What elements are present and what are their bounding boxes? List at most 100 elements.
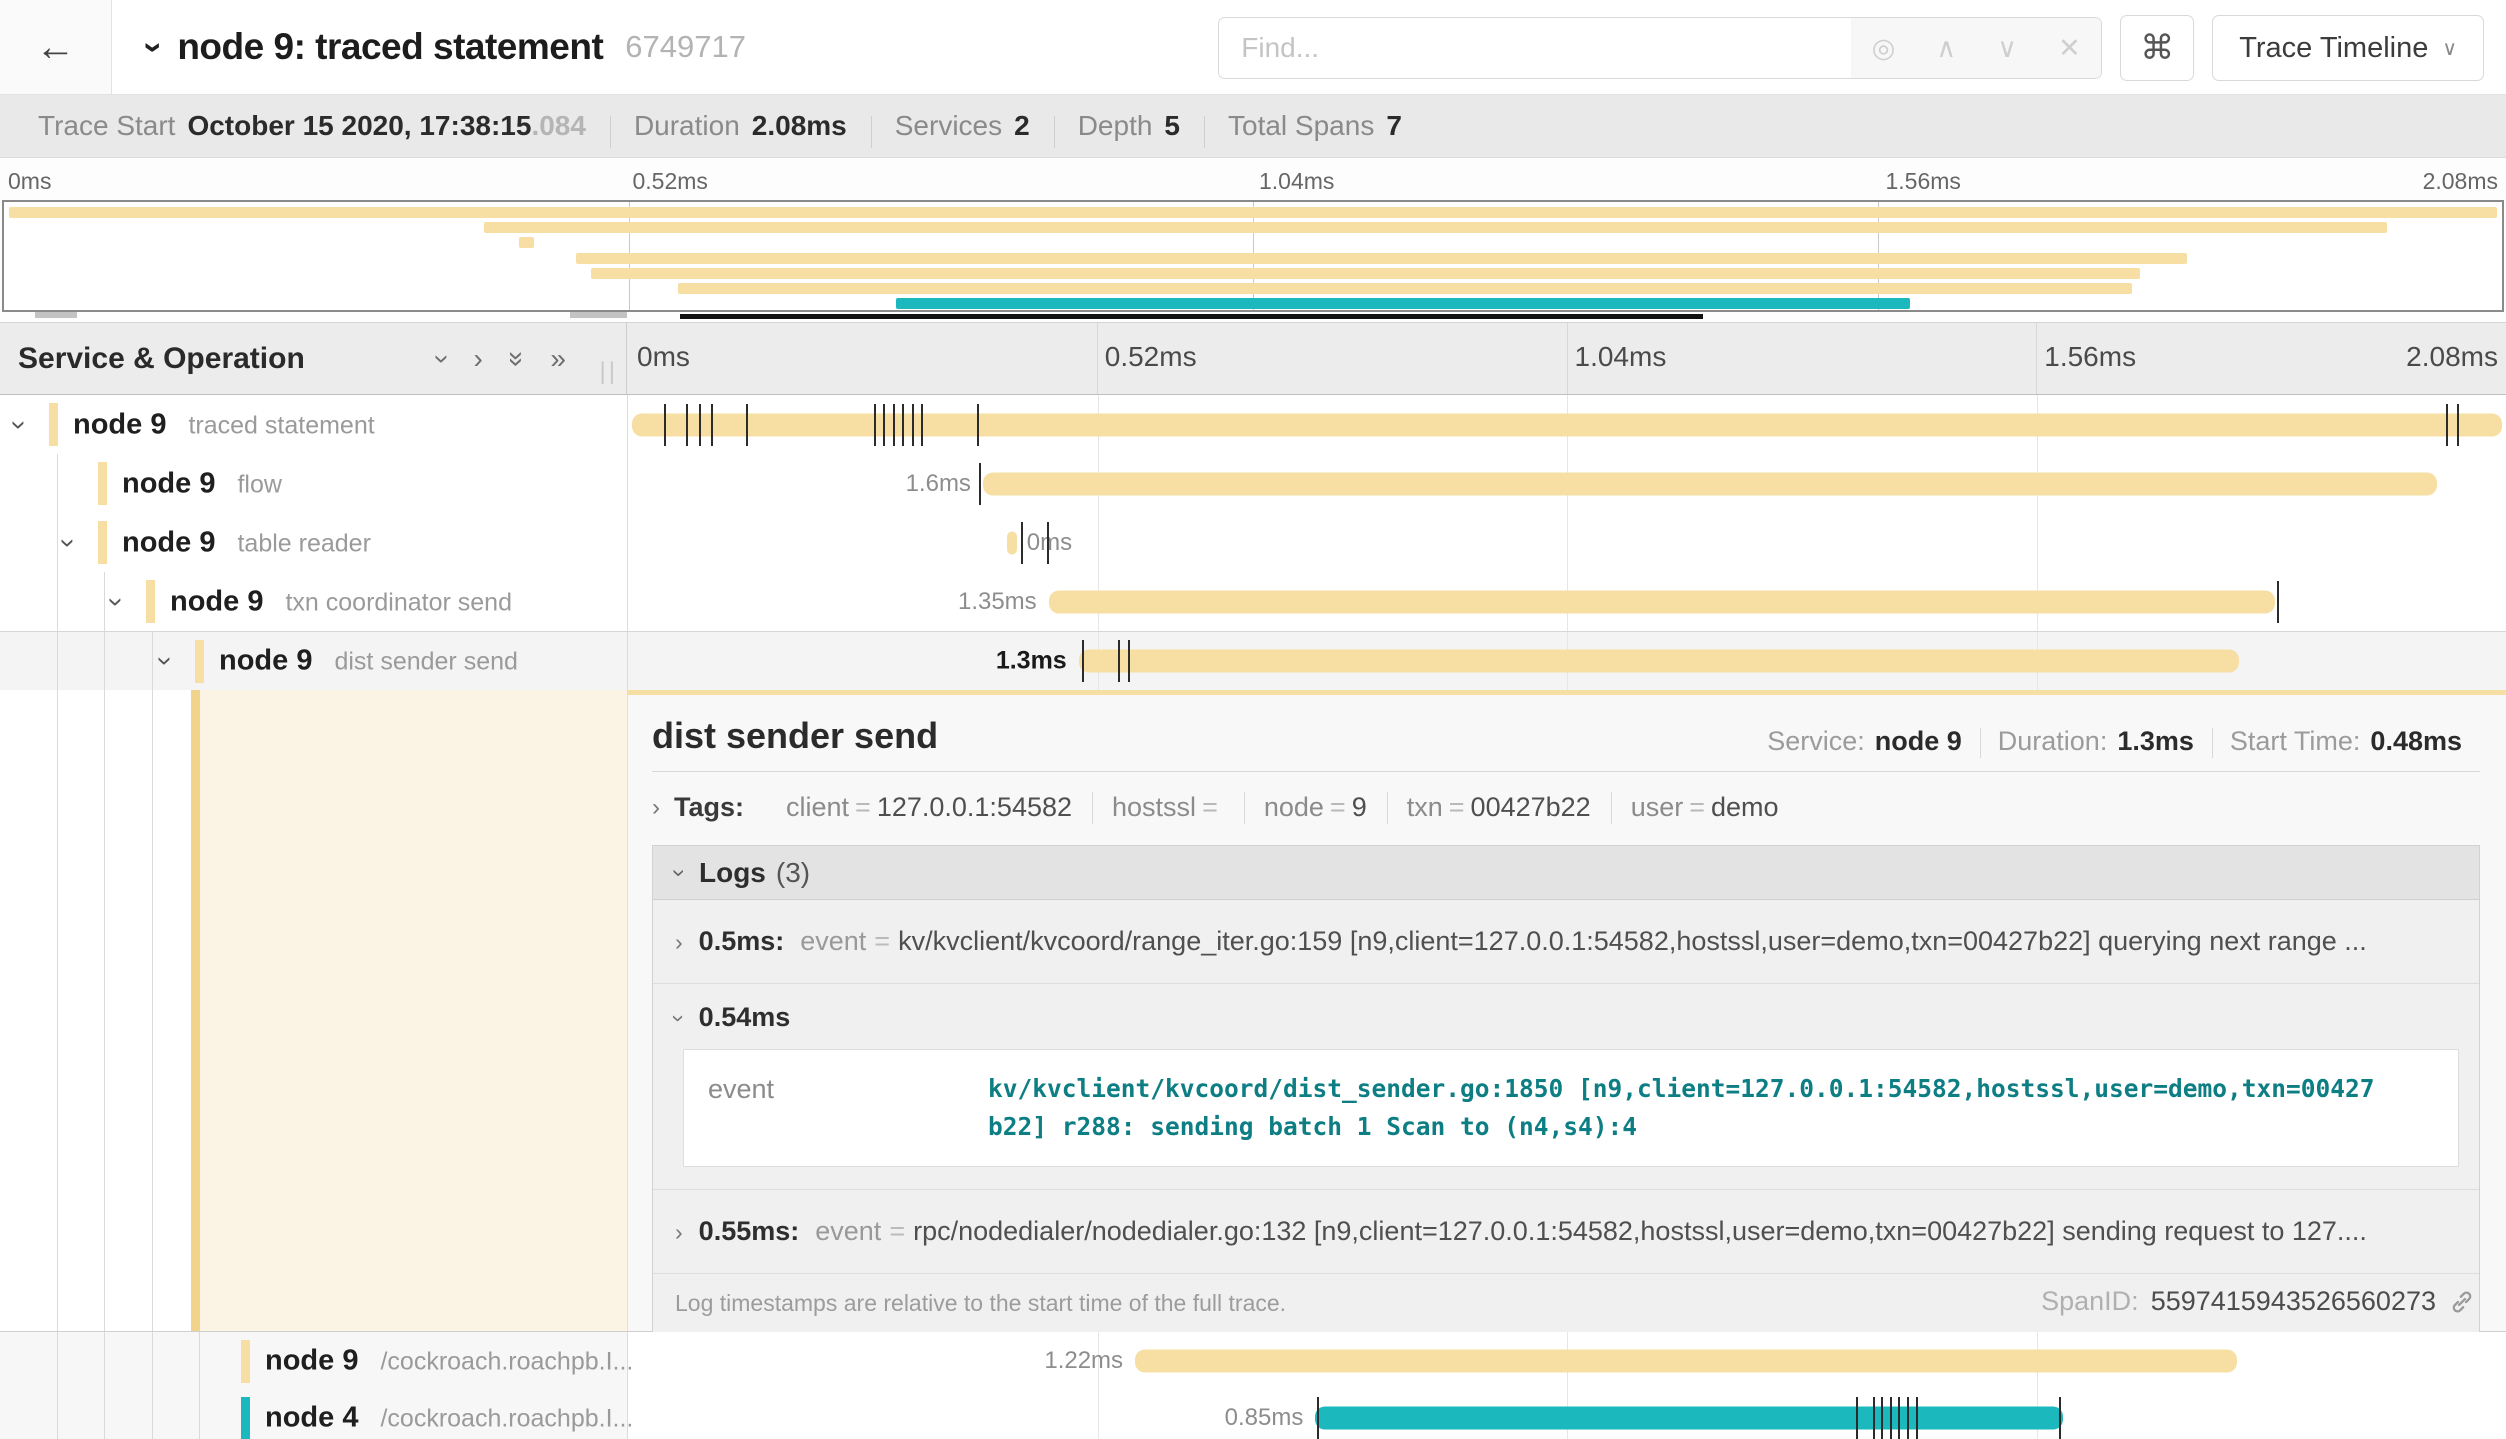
log-marker-tick xyxy=(1873,1397,1875,1439)
span-duration-label: 1.3ms xyxy=(996,647,1067,676)
minimap-span-bar xyxy=(519,237,534,248)
find-input[interactable] xyxy=(1219,18,1851,78)
span-row-name-cell[interactable]: ›node 9table reader xyxy=(0,513,627,572)
span-service-name: node 9 xyxy=(219,645,312,677)
ruler-gridline xyxy=(1097,323,1098,394)
keyboard-shortcuts-button[interactable]: ⌘ xyxy=(2120,15,2194,81)
tag-item: node=9 xyxy=(1244,792,1387,823)
detail-title: dist sender send xyxy=(652,715,938,757)
scrub-handle[interactable] xyxy=(35,312,78,318)
minimap-canvas[interactable] xyxy=(2,200,2504,312)
clear-search-icon[interactable]: ✕ xyxy=(2058,33,2081,64)
log-marker-tick xyxy=(1881,1397,1883,1439)
span-duration-bar[interactable] xyxy=(1315,1406,2062,1429)
span-row[interactable]: ›node 9txn coordinator send1.35ms xyxy=(0,572,2506,631)
span-row[interactable]: node 9 flow 1.6ms xyxy=(0,454,2506,513)
span-row[interactable]: ›node 9table reader 0ms xyxy=(0,513,2506,572)
indent-guide xyxy=(152,1389,153,1439)
span-service-name: node 9 xyxy=(122,467,215,499)
span-row[interactable]: › node 9 dist sender send 1.3ms xyxy=(0,631,2506,690)
span-operation-name: flow xyxy=(237,470,281,498)
expand-all-icon[interactable]: » xyxy=(550,343,566,375)
minimap-scrubber[interactable] xyxy=(2,312,2504,322)
span-row-timeline-cell[interactable]: 0ms xyxy=(627,513,2506,572)
expand-one-icon[interactable]: › xyxy=(474,343,483,375)
chevron-down-icon[interactable]: › xyxy=(53,538,85,547)
chevron-down-icon[interactable]: › xyxy=(134,41,173,52)
prev-result-icon[interactable]: ∧ xyxy=(1936,33,1956,64)
span-duration-bar[interactable] xyxy=(1049,590,2275,613)
minimap-span-bar xyxy=(591,268,2140,279)
meta-services: Services 2 xyxy=(871,110,1054,142)
back-arrow-icon: ← xyxy=(36,25,76,70)
log-marker-tick xyxy=(874,404,876,446)
span-row-timeline-cell[interactable] xyxy=(627,395,2506,454)
back-button[interactable]: ← xyxy=(0,0,112,94)
span-row-labels: node 9 dist sender send xyxy=(219,645,518,678)
chevron-down-icon[interactable]: › xyxy=(101,597,133,606)
indent-guide xyxy=(104,1332,105,1389)
span-duration-bar[interactable] xyxy=(1007,531,1016,554)
logs-header[interactable]: › Logs (3) xyxy=(653,846,2479,900)
span-detail-panel: dist sender send Service:node 9 Duration… xyxy=(627,690,2506,1331)
find-box: ◎ ∧ ∨ ✕ xyxy=(1218,17,2102,79)
log-marker-tick xyxy=(1021,522,1023,564)
link-icon[interactable] xyxy=(2448,1288,2476,1316)
chevron-down-icon[interactable]: › xyxy=(4,420,36,429)
span-color-bar xyxy=(195,640,204,683)
collapse-all-icon[interactable]: » xyxy=(501,351,533,367)
ruler-tick-label: 0ms xyxy=(637,341,690,373)
collapse-one-icon[interactable]: › xyxy=(427,354,459,363)
minimap-tick-label: 1.04ms xyxy=(1259,168,1334,195)
span-row[interactable]: node 9/cockroach.roachpb.I...1.22ms xyxy=(0,1332,2506,1389)
detail-duration: Duration:1.3ms xyxy=(1980,726,2212,757)
span-row-name-cell[interactable]: › node 9 dist sender send xyxy=(0,632,627,690)
view-options-button[interactable]: Trace Timeline ∨ xyxy=(2212,15,2484,81)
span-duration-bar[interactable] xyxy=(1079,650,2240,673)
span-row-name-cell[interactable]: ›node 9traced statement xyxy=(0,395,627,454)
span-row-name-cell[interactable]: node 9 flow xyxy=(0,454,627,513)
top-bar: ← › node 9: traced statement 6749717 ◎ ∧… xyxy=(0,0,2506,95)
log-marker-tick xyxy=(977,404,979,446)
span-row-timeline-cell[interactable]: 1.35ms xyxy=(627,572,2506,631)
ruler-tick-label: 1.04ms xyxy=(1575,341,1667,373)
locate-icon[interactable]: ◎ xyxy=(1872,33,1896,64)
spanid-label: SpanID: xyxy=(2041,1286,2139,1317)
span-row[interactable]: ›node 9traced statement xyxy=(0,395,2506,454)
log-marker-tick xyxy=(1047,522,1049,564)
log-marker-tick xyxy=(893,404,895,446)
chevron-down-icon[interactable]: › xyxy=(150,656,182,665)
span-row-name-cell[interactable]: node 9/cockroach.roachpb.I... xyxy=(0,1332,627,1389)
column-resize-grip[interactable]: || xyxy=(600,358,618,386)
span-row-timeline-cell[interactable]: 1.22ms xyxy=(627,1332,2506,1389)
log-entry-header[interactable]: ›0.54ms xyxy=(653,984,2479,1047)
log-entry[interactable]: ›0.55ms:event=rpc/nodedialer/nodedialer.… xyxy=(653,1190,2479,1274)
scrub-range-indicator[interactable] xyxy=(680,314,1703,319)
trace-minimap[interactable]: 0ms0.52ms1.04ms1.56ms2.08ms xyxy=(0,158,2506,322)
timeline-ruler: 0ms0.52ms1.04ms1.56ms2.08ms xyxy=(627,323,2506,394)
expand-collapse-controls: › › » » xyxy=(438,323,566,394)
scrub-handle[interactable] xyxy=(570,312,628,318)
indent-guide xyxy=(57,632,58,690)
log-marker-tick xyxy=(1898,1397,1900,1439)
detail-start-time: Start Time:0.48ms xyxy=(2212,726,2480,757)
span-row-name-cell[interactable]: ›node 9txn coordinator send xyxy=(0,572,627,631)
next-result-icon[interactable]: ∨ xyxy=(1997,33,2017,64)
span-row-timeline-cell[interactable]: 0.85ms xyxy=(627,1389,2506,1439)
log-marker-tick xyxy=(686,404,688,446)
span-duration-bar[interactable] xyxy=(1135,1349,2237,1372)
indent-guide xyxy=(57,572,58,631)
log-entry[interactable]: ›0.5ms:event=kv/kvclient/kvcoord/range_i… xyxy=(653,900,2479,984)
meta-value: 2.08ms xyxy=(752,110,847,142)
selected-span-accent-bar xyxy=(191,690,200,1331)
span-row-timeline-cell[interactable]: 1.6ms xyxy=(627,454,2506,513)
span-row[interactable]: node 4/cockroach.roachpb.I...0.85ms xyxy=(0,1389,2506,1439)
span-row-timeline-cell[interactable]: 1.3ms xyxy=(627,632,2506,690)
span-operation-name: txn coordinator send xyxy=(285,588,512,616)
span-duration-bar[interactable] xyxy=(983,472,2437,495)
span-row-name-cell[interactable]: node 4/cockroach.roachpb.I... xyxy=(0,1389,627,1439)
tags-row[interactable]: › Tags: client=127.0.0.1:54582hostssl=no… xyxy=(628,772,2506,841)
span-operation-name: dist sender send xyxy=(334,648,517,676)
span-duration-label: 0ms xyxy=(1027,529,1072,557)
service-operation-title: Service & Operation xyxy=(18,342,305,376)
